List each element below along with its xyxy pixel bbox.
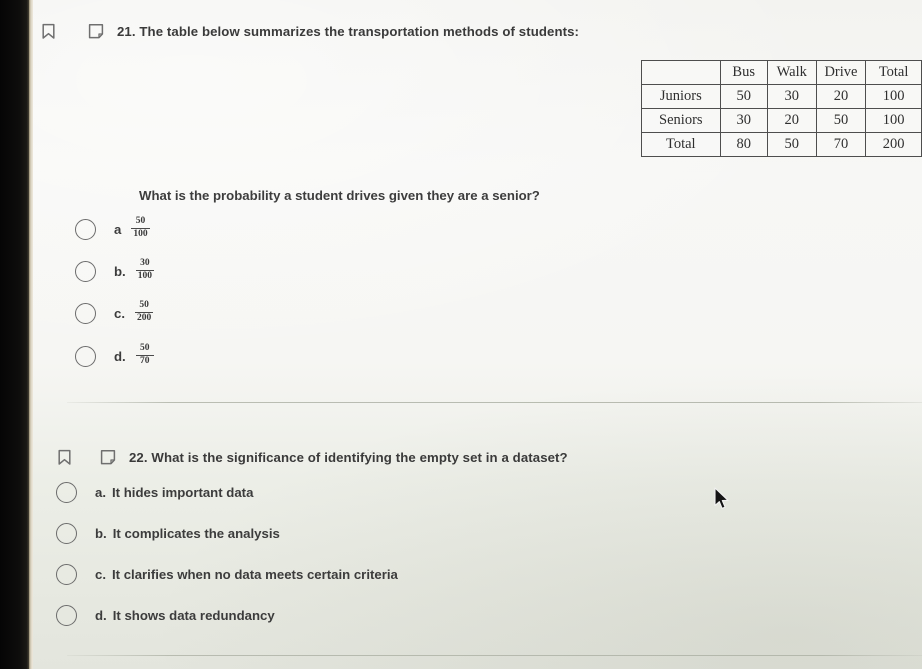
question-21-subprompt: What is the probability a student drives… [139,188,540,203]
option-21-c-letter: c. [114,305,125,321]
bookmark-icon[interactable] [51,446,77,468]
photographed-screen: 21. The table below summarizes the trans… [0,0,922,669]
cell-seniors-walk: 20 [766,108,817,133]
option-21-b-fraction: 30 100 [135,258,154,281]
option-21-d[interactable]: d. 50 70 [75,343,154,367]
option-21-a-letter: a [114,221,122,237]
bezel-edge-highlight [29,0,33,669]
radio-22-d[interactable] [56,605,77,626]
cell-total-walk: 50 [766,132,817,157]
table-row-seniors: Seniors 30 20 50 100 [641,108,922,133]
radio-22-a[interactable] [56,482,77,503]
option-22-c-letter: c. [95,567,106,582]
option-21-a-numerator: 50 [135,216,146,226]
radio-22-b[interactable] [56,523,77,544]
option-21-b-numerator: 30 [140,258,150,268]
table-corner-cell [641,60,721,85]
cell-seniors-bus: 30 [719,108,768,133]
option-22-a-text: It hides important data [112,485,254,500]
option-22-d[interactable]: d. It shows data redundancy [56,605,275,626]
table-rowlabel-juniors: Juniors [641,84,721,109]
table-rowlabel-seniors: Seniors [641,108,721,133]
radio-22-c[interactable] [56,564,77,585]
table-header-row: Bus Walk Drive Total [641,60,922,85]
option-21-a-fraction: 50 100 [131,216,150,239]
table-rowlabel-total: Total [641,132,721,157]
radio-21-a[interactable] [75,218,96,240]
table-col-total: Total [865,60,922,85]
option-22-c[interactable]: c. It clarifies when no data meets certa… [56,564,398,585]
table-row-total: Total 80 50 70 200 [641,132,922,157]
question-22-header: 22. What is the significance of identify… [51,446,568,468]
quiz-content: 21. The table below summarizes the trans… [31,0,922,669]
cell-seniors-drive: 50 [815,108,867,133]
option-21-d-numerator: 50 [139,343,150,353]
option-21-c-numerator: 50 [139,300,149,310]
note-icon[interactable] [95,446,121,468]
option-21-b[interactable]: b. 30 100 [75,258,154,282]
radio-21-d[interactable] [75,345,96,367]
cell-total-total: 200 [865,132,922,157]
cell-juniors-drive: 20 [815,84,867,109]
option-21-d-fraction: 50 70 [135,343,154,366]
table-col-bus: Bus [719,60,768,85]
option-22-d-letter: d. [95,608,107,623]
option-22-c-text: It clarifies when no data meets certain … [112,567,398,582]
table-row-juniors: Juniors 50 30 20 100 [641,84,922,109]
cell-juniors-walk: 30 [766,84,817,109]
question-21-header: 21. The table below summarizes the trans… [35,20,579,42]
option-22-a[interactable]: a. It hides important data [56,482,253,503]
option-22-b-text: It complicates the analysis [112,526,280,541]
cell-juniors-bus: 50 [719,84,768,109]
radio-21-c[interactable] [75,302,96,324]
cell-juniors-total: 100 [865,84,922,109]
option-21-d-letter: d. [114,348,126,364]
option-21-c-fraction: 50 200 [135,300,154,323]
option-22-d-text: It shows data redundancy [112,608,275,623]
cell-total-drive: 70 [815,132,867,157]
question-divider [67,402,922,403]
question-21-prompt: 21. The table below summarizes the trans… [117,23,580,39]
option-22-a-letter: a. [95,485,106,500]
transportation-contingency-table: Bus Walk Drive Total Juniors 50 30 20 10… [641,60,922,157]
option-21-c-denominator: 200 [137,312,152,323]
option-22-b-letter: b. [95,526,107,541]
bookmark-icon[interactable] [35,20,61,42]
option-21-a-denominator: 100 [133,228,148,239]
table-col-drive: Drive [815,60,867,85]
option-21-b-letter: b. [114,263,126,279]
option-21-d-denominator: 70 [139,355,150,366]
option-21-c[interactable]: c. 50 200 [75,300,154,324]
table-col-walk: Walk [766,60,817,85]
bottom-divider [67,655,922,656]
note-icon[interactable] [83,20,109,42]
option-21-b-denominator: 100 [137,270,152,281]
cell-seniors-total: 100 [865,108,922,133]
radio-21-b[interactable] [75,260,96,282]
option-22-b[interactable]: b. It complicates the analysis [56,523,280,544]
option-21-a[interactable]: a 50 100 [75,216,150,240]
cell-total-bus: 80 [719,132,768,157]
screen-bezel [0,0,31,669]
question-22-prompt: 22. What is the significance of identify… [129,449,568,465]
